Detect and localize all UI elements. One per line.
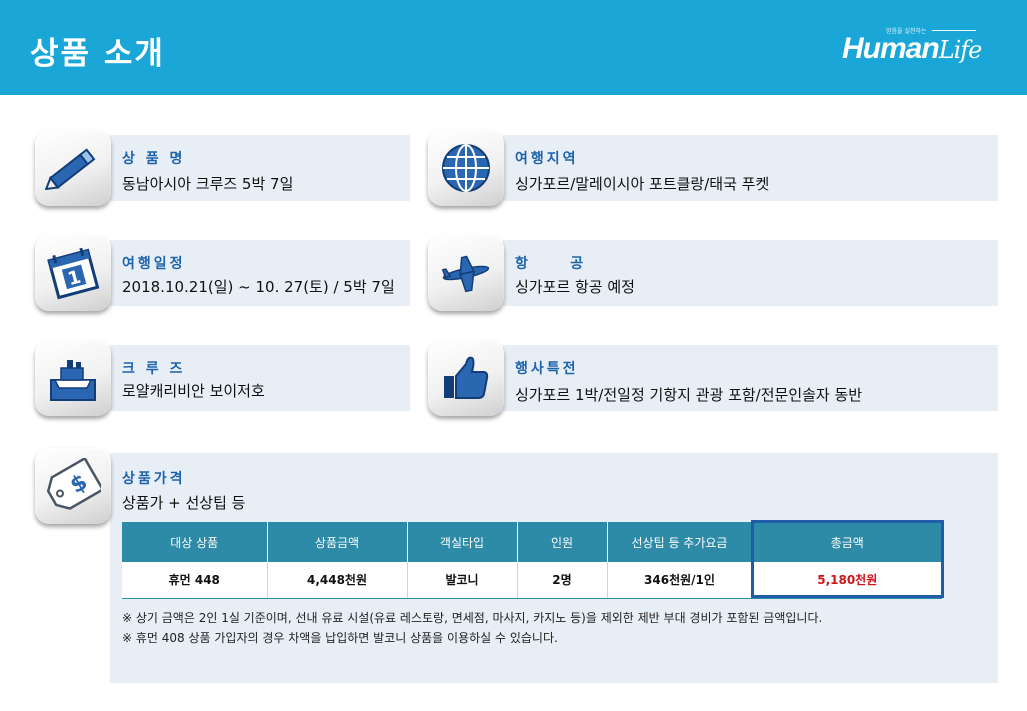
cell-room-type: 발코니 [407, 562, 518, 599]
cell-target-product: 휴먼 448 [122, 562, 268, 599]
airline-icon-box [428, 235, 504, 311]
header-headcount: 인원 [517, 522, 608, 562]
special-benefits-icon-box [428, 340, 504, 416]
product-name-label: 상 품 명 [122, 151, 186, 167]
header-room-type: 객실타입 [407, 522, 518, 562]
logo-wordmark: HumanLife [842, 32, 983, 66]
travel-region-value: 싱가포르/말레이시아 포트클랑/태국 푸켓 [515, 175, 770, 193]
product-name-value: 동남아시아 크루즈 5박 7일 [122, 175, 294, 193]
cell-extra-fee: 346천원/1인 [607, 562, 753, 599]
page-title: 상품 소개 [30, 36, 165, 72]
travel-schedule-icon-box: 1 [35, 235, 111, 311]
price-table: 대상 상품 상품금액 객실타입 인원 선상팁 등 추가요금 총금액 휴먼 448… [122, 522, 942, 599]
travel-region-label: 여행지역 [515, 151, 579, 167]
globe-icon [442, 144, 490, 192]
company-logo: 믿음을 실천하는 HumanLife [842, 22, 992, 76]
airline-label: 항 공 [515, 256, 587, 272]
header-product-amount: 상품금액 [267, 522, 408, 562]
cruise-card [110, 345, 410, 411]
travel-region-icon-box [428, 130, 504, 206]
special-benefits-value: 싱가포르 1박/전일정 기항지 관광 포함/전문인솔자 동반 [515, 386, 863, 404]
price-note-1: ※ 상기 금액은 2인 1실 기준이며, 선내 유료 시설(유료 레스토랑, 면… [122, 611, 823, 625]
header-total-amount: 총금액 [752, 522, 942, 562]
logo-brand-main: Human [842, 32, 940, 65]
calendar-icon: 1 [47, 247, 100, 300]
airline-value: 싱가포르 항공 예정 [515, 278, 635, 296]
cell-headcount: 2명 [517, 562, 608, 599]
travel-schedule-label: 여행일정 [122, 256, 186, 272]
price-note-2: ※ 휴먼 408 상품 가입자의 경우 차액을 납입하면 발코니 상품을 이용하… [122, 631, 558, 645]
cruise-icon-box [35, 340, 111, 416]
logo-brand-script: Life [938, 36, 983, 64]
special-benefits-label: 행사특전 [515, 361, 579, 377]
product-price-label: 상품가격 [122, 471, 186, 487]
cruise-label: 크 루 즈 [122, 361, 186, 377]
product-name-icon-box [35, 130, 111, 206]
header-bar: 상품 소개 믿음을 실천하는 HumanLife [0, 0, 1027, 95]
cell-product-amount: 4,448천원 [267, 562, 408, 599]
cell-total-amount: 5,180천원 [752, 562, 942, 599]
price-table-header-row: 대상 상품 상품금액 객실타입 인원 선상팁 등 추가요금 총금액 [122, 522, 942, 562]
airplane-icon [441, 255, 490, 293]
travel-schedule-value: 2018.10.21(일) ~ 10. 27(토) / 5박 7일 [122, 278, 395, 296]
cruise-value: 로얄캐리비안 보이저호 [122, 382, 265, 400]
product-price-icon-box: $ [35, 448, 111, 524]
product-price-value: 상품가 + 선상팁 등 [122, 494, 246, 512]
pencil-icon [45, 148, 96, 191]
cruise-ship-icon [50, 360, 96, 401]
price-tag-icon: $ [46, 458, 101, 510]
header-extra-fee: 선상팁 등 추가요금 [607, 522, 753, 562]
thumbs-up-icon [444, 356, 489, 399]
header-target-product: 대상 상품 [122, 522, 268, 562]
logo-divider [932, 30, 976, 31]
table-row: 휴먼 448 4,448천원 발코니 2명 346천원/1인 5,180천원 [122, 562, 942, 599]
